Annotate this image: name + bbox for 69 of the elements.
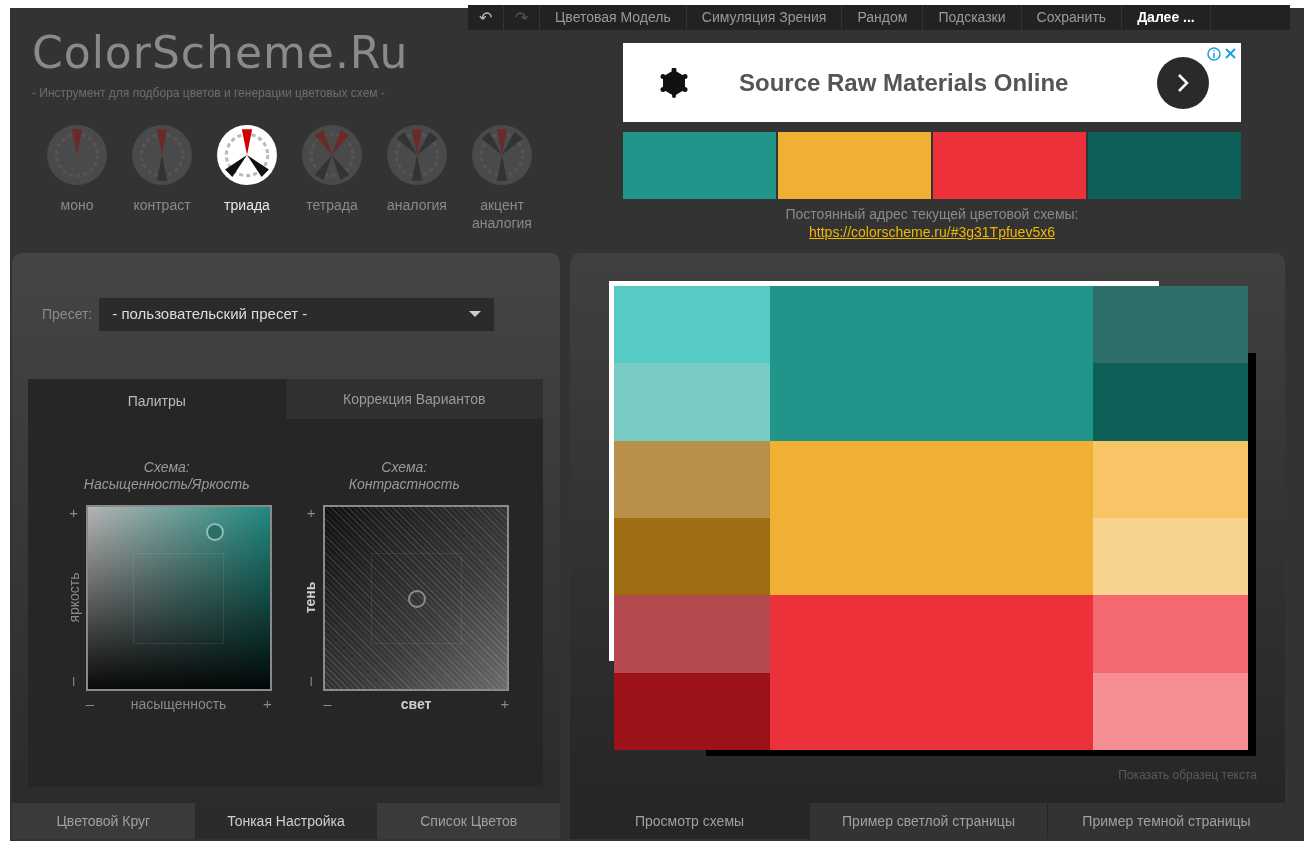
next-arrow-button[interactable] [1157,56,1209,109]
color-tile[interactable] [614,286,770,364]
site-tagline: - Инструмент для подбора цветов и генерации цветовых схем - [32,85,386,102]
color-tile[interactable] [1093,286,1248,364]
handle[interactable] [408,590,427,608]
color-tile[interactable] [1093,672,1248,751]
contrast-pad[interactable] [323,505,510,691]
tab[interactable]: Цветовой Круг [12,803,195,839]
minus-sign: – [323,694,332,714]
y-axis-label: тень [301,581,320,613]
plus-sign: + [262,694,272,714]
color-tile[interactable] [1093,440,1248,518]
menu-item[interactable]: Рандом [842,5,924,30]
color-swatch[interactable] [623,132,776,199]
tab[interactable]: Пример темной страницы [1047,803,1285,839]
scheme-mode-option[interactable]: моно [46,124,108,232]
handle[interactable] [205,523,224,541]
site-logo[interactable]: ColorScheme.Ru [32,28,468,78]
color-tile[interactable] [770,286,1093,441]
menu-item[interactable]: Подсказки [923,5,1022,30]
info-icon[interactable] [1207,47,1221,61]
x-axis-label: свет [400,694,432,714]
saturation-brightness-pad[interactable] [85,505,272,691]
permalink-link[interactable]: https://colorscheme.ru/#3g31Tpfuev5x6 [809,223,1055,241]
color-tile[interactable] [614,672,770,751]
plus-sign: + [500,694,510,714]
menu-item[interactable]: Цветовая Модель [540,5,687,30]
plus-sign: + [69,505,79,521]
x-axis-label: насыщенность [130,694,227,714]
undo-button[interactable]: ↶ [468,5,504,30]
scheme-mode-option[interactable]: контраст [131,124,193,232]
tab[interactable]: Пример светлой страницы [809,803,1047,839]
pad-title: Схема: Контрастность [348,459,460,493]
color-tile[interactable] [1093,595,1248,673]
preset-label: Пресет: [42,305,93,324]
color-tile[interactable] [614,518,770,596]
color-tile[interactable] [770,440,1093,596]
preset-dropdown[interactable]: - пользовательский пресет - [99,298,495,331]
color-swatch[interactable] [778,132,931,199]
gear-logo-icon [659,67,689,98]
minus-sign: – [85,694,95,714]
permalink-label: Постоянный адрес текущей цветовой схемы: [784,205,1080,223]
color-tile[interactable] [614,440,770,518]
scheme-mode-option[interactable]: аналогия [386,124,448,232]
color-tile[interactable] [614,363,770,441]
minus-sign: I [309,674,313,691]
minus-sign: I [72,674,76,691]
plus-sign: + [306,505,316,521]
tab[interactable]: Список Цветов [377,803,560,839]
ad-banner[interactable]: Source Raw Materials Online [623,43,1241,122]
menu-item[interactable]: Далее ... [1122,5,1211,30]
color-tile[interactable] [614,595,770,673]
color-swatch[interactable] [1088,132,1241,199]
scheme-mode-option[interactable]: триада [216,124,278,232]
color-tile[interactable] [1093,363,1248,441]
caret-icon [469,311,482,318]
menu-item[interactable]: Сохранить [1021,5,1123,30]
close-icon[interactable] [1224,47,1237,60]
menu-item[interactable]: Симуляция Зрения [686,5,843,30]
scheme-mode-option[interactable]: акцент аналогия [471,124,533,232]
color-swatch[interactable] [933,132,1086,199]
ad-headline: Source Raw Materials Online [739,67,1069,98]
chevron-right-icon [1175,71,1191,94]
y-axis-label: яркость [64,571,83,623]
tab[interactable]: Коррекция Вариантов [285,379,543,419]
color-tile[interactable] [1093,518,1248,596]
pad-title: Схема: Насыщенность/Яркость [83,459,250,493]
scheme-mode-option[interactable]: тетрада [301,124,363,232]
color-tile[interactable] [770,595,1093,750]
